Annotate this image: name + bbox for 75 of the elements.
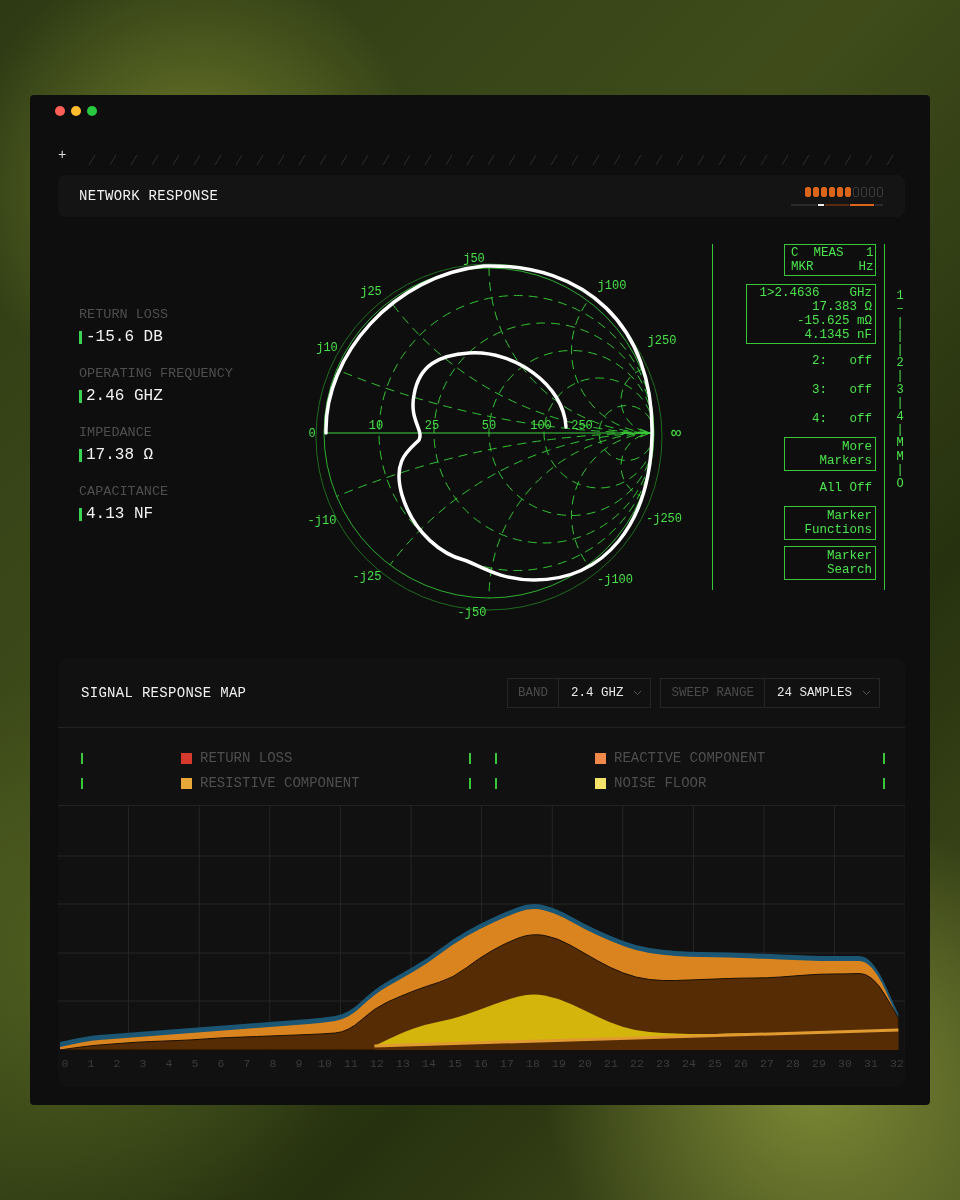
softkey-button[interactable]: More Markers	[784, 437, 876, 471]
metric-value: 2.46 GHZ	[86, 387, 163, 405]
chart-label: j25	[360, 285, 382, 300]
legend-tick	[495, 777, 497, 789]
value-indicator-icon	[79, 389, 82, 403]
scale-mark: |	[895, 397, 905, 411]
chart-label: -j100	[597, 573, 633, 588]
chart-label: j100	[597, 279, 627, 294]
marker-status: 4: off	[812, 411, 873, 428]
scale-mark: |	[895, 424, 905, 438]
scale-mark: O	[895, 477, 905, 492]
legend-label: RESISTIVE COMPONENT	[200, 775, 360, 791]
marker-status: All Off	[819, 480, 873, 497]
legend-tick	[495, 752, 497, 764]
metric-label: OPERATING FREQUENCY	[79, 366, 234, 381]
metric-label: RETURN LOSS	[79, 307, 170, 322]
legend-label: NOISE FLOOR	[614, 775, 707, 791]
marker-status: 2: off	[812, 353, 873, 370]
chart-label: 100	[530, 419, 552, 434]
chart-label: j250	[647, 334, 677, 349]
chart-label: -j25	[352, 570, 382, 585]
dropdown[interactable]: BAND 2.4 GHZ	[506, 678, 652, 708]
scale-mark: –	[895, 303, 905, 317]
scale-mark: |	[895, 316, 905, 330]
scale-mark: 4	[895, 410, 905, 424]
metric-label: IMPEDANCE	[79, 425, 153, 440]
legend-label: RETURN LOSS	[200, 750, 293, 766]
chart-label: 10	[368, 419, 384, 434]
window-control[interactable]	[87, 106, 97, 116]
chevron-down-icon	[862, 690, 871, 696]
chart-label: 50	[481, 419, 497, 434]
scale-mark: |	[895, 343, 905, 357]
legend-tick	[469, 752, 471, 764]
chart-label: -j250	[646, 512, 682, 527]
value-indicator-icon	[79, 448, 82, 462]
legend-tick	[81, 777, 83, 789]
value-indicator-icon	[79, 507, 82, 521]
softkey-button[interactable]: Marker Functions	[784, 506, 876, 540]
softkey-button[interactable]: Marker Search	[784, 546, 876, 580]
scale-mark: |	[895, 370, 905, 384]
chart-label: -j50	[457, 606, 487, 621]
chart-label: ∞	[670, 424, 682, 444]
chevron-down-icon	[633, 690, 643, 696]
measure-header: C MEAS 1 MKR Hz	[784, 244, 876, 276]
chart-label: 0	[308, 427, 316, 442]
chart-label: 25	[424, 419, 440, 434]
panel-title: NETWORK RESPONSE	[79, 188, 219, 204]
scale-mark: M	[895, 450, 905, 464]
chart-label: -j10	[307, 514, 337, 529]
plus-mark: +	[58, 149, 67, 161]
window-control[interactable]	[55, 106, 65, 116]
scale-mark: 1	[895, 290, 905, 304]
metric-value: 17.38 Ω	[86, 446, 154, 464]
scale-mark: |	[895, 330, 905, 344]
chart-label: j50	[463, 252, 485, 267]
scale-mark: 3	[895, 383, 905, 397]
scale-mark: 2	[895, 357, 905, 371]
chart-label: 250	[571, 419, 593, 434]
scale-mark: |	[895, 464, 905, 478]
legend-label: REACTIVE COMPONENT	[614, 750, 766, 766]
marker-readout: 1>2.4636 GHz 17.383 Ω -15.625 mΩ 4.1345 nF	[746, 284, 876, 344]
metric-value: 4.13 NF	[86, 505, 154, 523]
legend-tick	[469, 777, 471, 789]
marker-status: 3: off	[812, 382, 873, 399]
window-control[interactable]	[71, 106, 81, 116]
legend-tick	[81, 752, 83, 764]
metric-label: CAPACITANCE	[79, 484, 170, 499]
panel-title: SIGNAL RESPONSE MAP	[81, 685, 247, 701]
legend-tick	[883, 752, 885, 764]
chart-label: j10	[316, 341, 338, 356]
scale-mark: M	[895, 437, 905, 451]
legend-tick	[883, 777, 885, 789]
dropdown[interactable]: SWEEP RANGE 24 SAMPLES	[660, 678, 880, 708]
metric-value: -15.6 DB	[86, 328, 163, 346]
value-indicator-icon	[79, 330, 82, 344]
